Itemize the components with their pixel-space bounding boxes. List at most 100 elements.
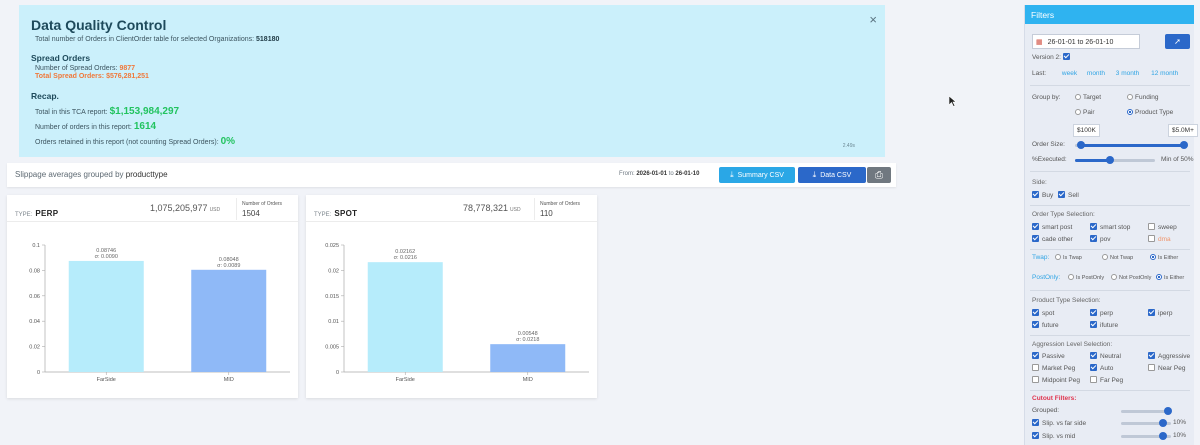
aggression-market-peg[interactable]: Market Peg [1032, 364, 1075, 372]
y-tick-label: 0.01 [328, 319, 339, 325]
card-total-value: 78,778,321 [463, 203, 509, 213]
last-3month-link[interactable]: 3 month [1116, 70, 1140, 77]
apply-date-button[interactable]: ➚ [1165, 34, 1190, 49]
order-type-smart-post[interactable]: smart post [1032, 223, 1072, 231]
last-month-link[interactable]: month [1087, 70, 1105, 77]
aggression-far-peg[interactable]: Far Peg [1090, 376, 1123, 384]
close-icon[interactable]: × [869, 12, 877, 27]
slip-far-checkbox[interactable]: Slip. vs far side [1032, 419, 1086, 427]
version-checkbox[interactable] [1062, 53, 1070, 60]
checkbox-icon [1090, 321, 1097, 328]
postonly-not-radio[interactable]: Not PostOnly [1111, 274, 1151, 281]
radio-icon [1068, 274, 1074, 280]
radio-icon [1075, 94, 1081, 100]
filters-panel: Filters ▦ 26-01-01 to 26-01-10 ➚ Version… [1024, 5, 1198, 445]
last-label: Last: [1032, 70, 1047, 77]
order-type-sweep[interactable]: sweep [1148, 223, 1177, 231]
y-tick-label: 0.025 [325, 243, 339, 249]
group-funding-radio[interactable]: Funding [1127, 94, 1159, 101]
postonly-either-label: Is Either [1164, 275, 1185, 281]
aggression-near-peg[interactable]: Near Peg [1148, 364, 1185, 372]
product-type-label-text: iperp [1158, 310, 1173, 317]
card-total: 1,075,205,977 USD [150, 203, 220, 213]
dq-spread-count-label: Number of Spread Orders: [35, 65, 118, 72]
radio-icon [1055, 254, 1061, 260]
aggression-auto[interactable]: Auto [1090, 364, 1113, 372]
order-size-max-handle[interactable] [1180, 141, 1188, 149]
aggression-passive[interactable]: Passive [1032, 352, 1065, 360]
slip-mid-checkbox[interactable]: Slip. vs mid [1032, 432, 1075, 440]
grouped-handle[interactable] [1164, 407, 1172, 415]
divider [1030, 390, 1190, 391]
aggression-aggressive[interactable]: Aggressive [1148, 352, 1190, 360]
dq-spread-count: Number of Spread Orders: 9877 [35, 65, 135, 72]
dq-retained: Orders retained in this report (not coun… [35, 136, 235, 147]
group-pair-radio[interactable]: Pair [1075, 109, 1095, 116]
last-12month-link[interactable]: 12 month [1151, 70, 1178, 77]
y-tick-label: 0.02 [29, 345, 40, 351]
order-type-pov[interactable]: pov [1090, 235, 1110, 243]
product-type-ifuture[interactable]: ifuture [1090, 321, 1118, 329]
executed-value: Min of 50% [1161, 156, 1194, 163]
divider [1030, 205, 1190, 206]
order-size-range [1081, 144, 1185, 147]
card-total: 78,778,321 USD [463, 203, 521, 213]
checkbox-icon [1032, 419, 1039, 426]
product-type-future[interactable]: future [1032, 321, 1059, 329]
data-csv-button[interactable]: ⤓ Data CSV [798, 167, 866, 183]
last-week-link[interactable]: week [1062, 70, 1077, 77]
twap-either-radio[interactable]: Is Either [1150, 254, 1178, 261]
postonly-not-label: Not PostOnly [1119, 275, 1152, 281]
checkbox-icon [1090, 364, 1097, 371]
order-type-label-text: smart post [1042, 224, 1073, 231]
product-type-label: Product Type Selection: [1032, 297, 1101, 304]
group-target-radio[interactable]: Target [1075, 94, 1101, 101]
radio-selected-icon [1156, 274, 1162, 280]
slip-far-label: Slip. vs far side [1042, 420, 1087, 427]
radio-icon [1102, 254, 1108, 260]
dq-total-orders: Total number of Orders in ClientOrder ta… [35, 36, 279, 43]
aggression-label-text: Midpoint Peg [1042, 377, 1080, 384]
product-type-spot[interactable]: spot [1032, 309, 1054, 317]
twap-not-radio[interactable]: Not Twap [1102, 254, 1133, 261]
chart-card-perp: TYPE: PERP 1,075,205,977 USD Number of Ord… [7, 195, 298, 398]
aggression-midpoint-peg[interactable]: Midpoint Peg [1032, 376, 1080, 384]
postonly-either-radio[interactable]: Is Either [1156, 274, 1184, 281]
divider [1030, 290, 1190, 291]
side-buy-checkbox[interactable]: Buy [1032, 191, 1053, 199]
bar-sigma-label: σ: 0.0218 [516, 337, 539, 343]
divider [1030, 85, 1190, 86]
aggression-neutral[interactable]: Neutral [1090, 352, 1121, 360]
to-value: 26-01-10 [675, 171, 700, 177]
y-tick-label: 0 [37, 370, 40, 376]
divider [1030, 249, 1190, 250]
executed-handle[interactable] [1106, 156, 1114, 164]
print-button[interactable]: ⎙ [867, 167, 891, 183]
order-size-min-handle[interactable] [1077, 141, 1085, 149]
product-type-perp[interactable]: perp [1090, 309, 1113, 317]
slip-mid-label: Slip. vs mid [1042, 433, 1076, 440]
twap-is-radio[interactable]: Is Twap [1055, 254, 1082, 261]
radio-selected-icon [1127, 109, 1133, 115]
card-type-label: TYPE: [314, 212, 332, 218]
checkbox-icon [1032, 191, 1039, 198]
group-product-type-radio[interactable]: Product Type [1127, 109, 1173, 116]
summary-csv-button[interactable]: ⤓ Summary CSV [719, 167, 795, 183]
date-range-input[interactable]: ▦ 26-01-01 to 26-01-10 [1032, 34, 1140, 49]
y-tick-label: 0.04 [29, 319, 40, 325]
checkbox-icon [1058, 191, 1065, 198]
slip-mid-handle[interactable] [1159, 432, 1167, 440]
x-tick-label: MID [224, 377, 234, 383]
order-type-dma[interactable]: dma [1148, 235, 1171, 243]
order-type-cade-other[interactable]: cade other [1032, 235, 1073, 243]
slip-far-handle[interactable] [1159, 419, 1167, 427]
card-orders-label: Number of Orders [540, 201, 581, 207]
product-type-iperp[interactable]: iperp [1148, 309, 1172, 317]
order-type-smart-stop[interactable]: smart stop [1090, 223, 1130, 231]
postonly-is-label: Is PostOnly [1076, 275, 1105, 281]
side-sell-checkbox[interactable]: Sell [1058, 191, 1079, 199]
download-icon: ⤓ [812, 170, 817, 179]
slippage-title: Slippage averages grouped by producttype [15, 170, 168, 179]
card-divider [236, 198, 237, 220]
postonly-is-radio[interactable]: Is PostOnly [1068, 274, 1104, 281]
